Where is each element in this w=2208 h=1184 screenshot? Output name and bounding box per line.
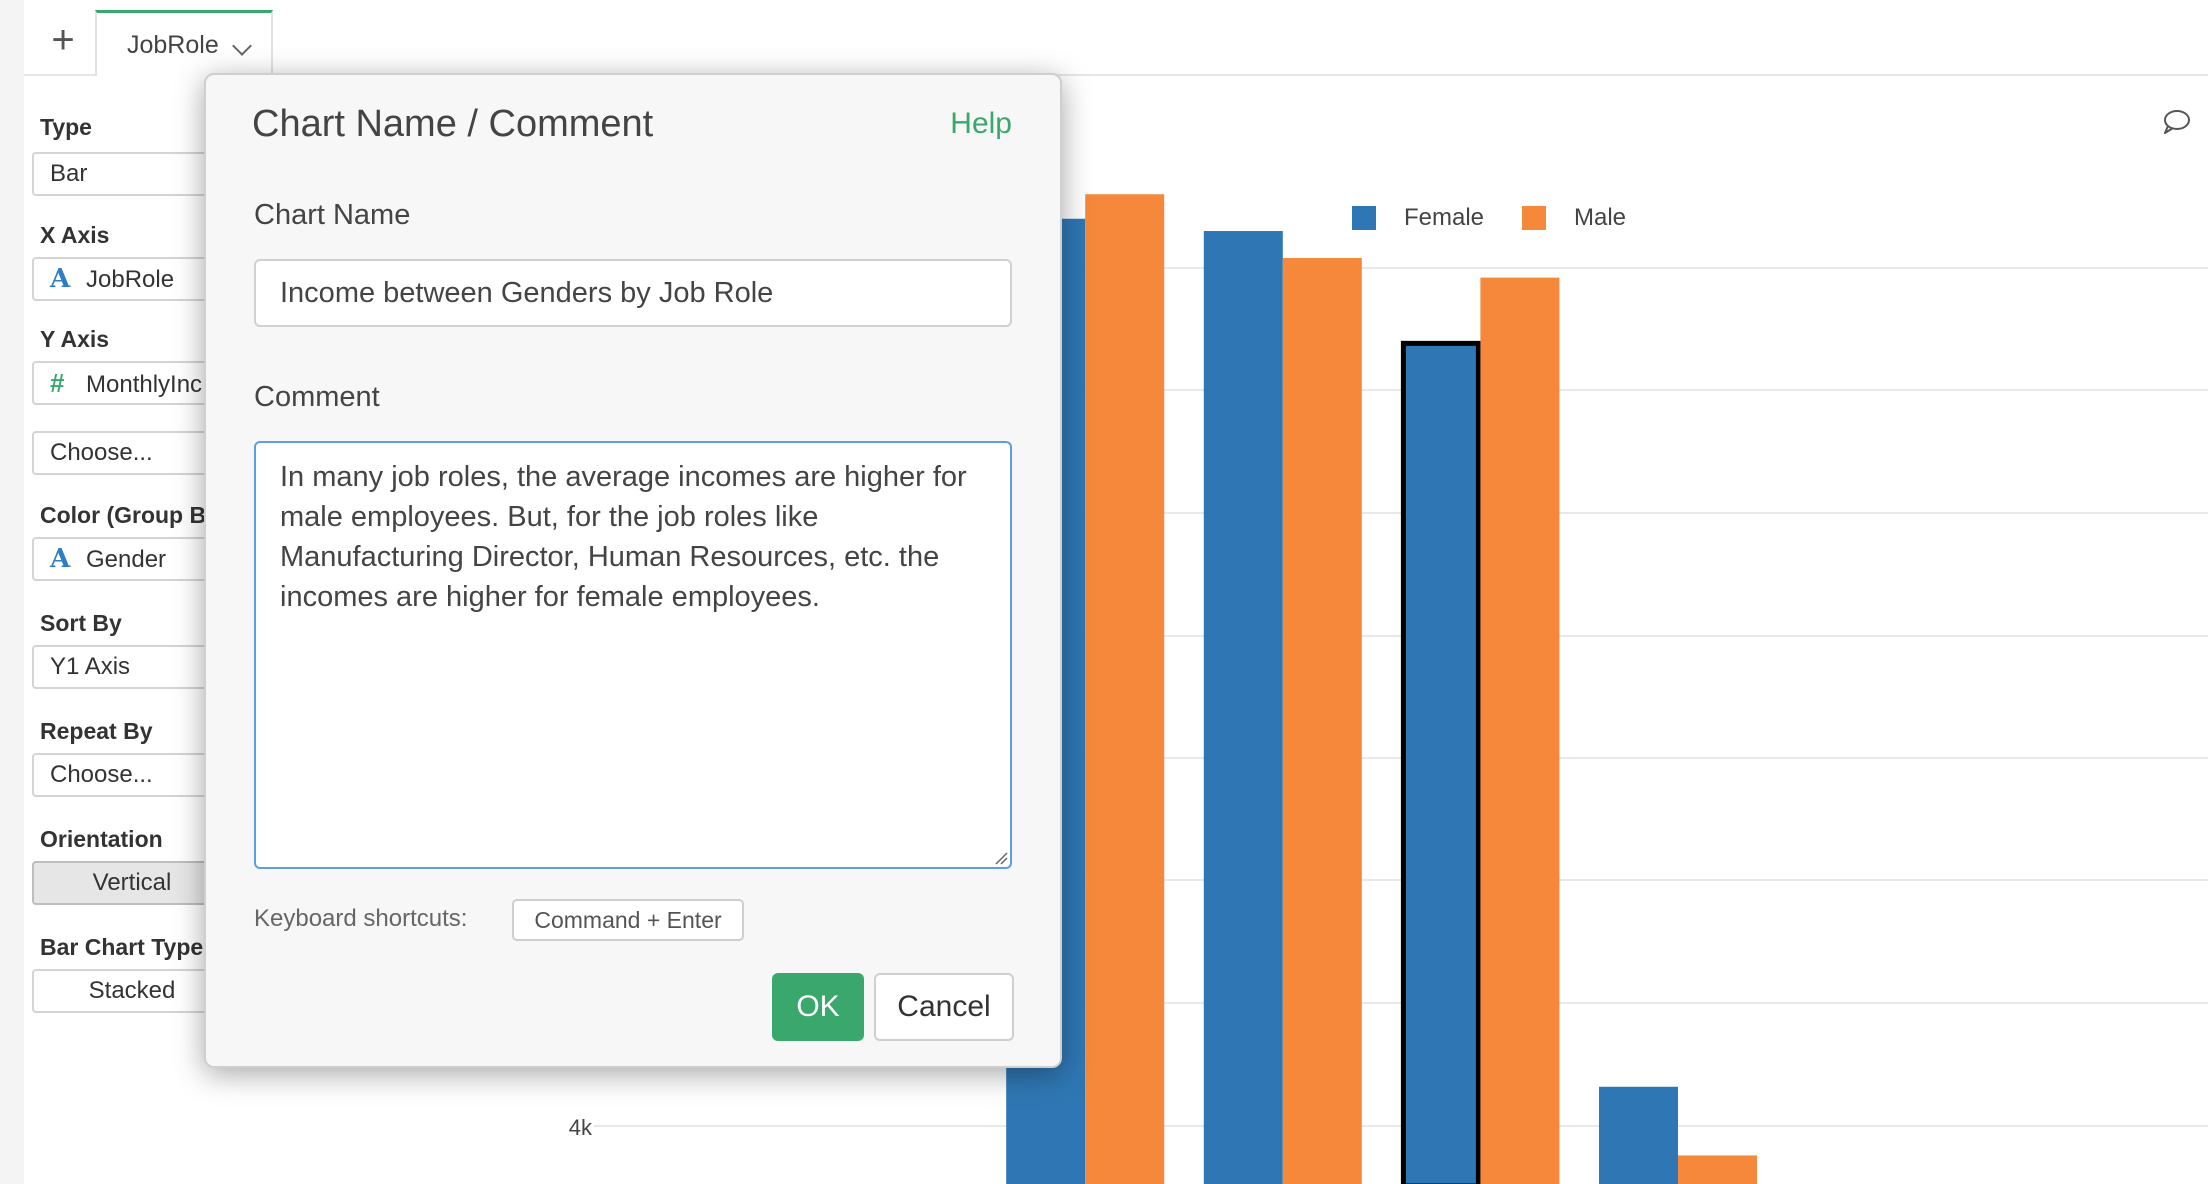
sort-select[interactable]: Y1 Axis xyxy=(32,645,232,689)
repeat-label: Repeat By xyxy=(40,718,153,744)
color-label: Color (Group B xyxy=(40,502,207,528)
help-link[interactable]: Help xyxy=(950,107,1012,141)
bar-male-2 xyxy=(1085,194,1165,1184)
x-axis-label: X Axis xyxy=(40,222,110,248)
bar-chart-type-label: Bar Chart Type xyxy=(40,934,204,960)
cancel-button[interactable]: Cancel xyxy=(874,973,1014,1041)
chart-name-label: Chart Name xyxy=(254,199,411,231)
resize-grip-icon[interactable] xyxy=(994,851,1008,865)
comment-label: Comment xyxy=(254,381,380,413)
chart-name-input[interactable] xyxy=(254,259,1012,327)
number-type-icon: # xyxy=(50,368,65,398)
tab-jobrole[interactable]: JobRole xyxy=(95,10,273,76)
tab-bar: + JobRole xyxy=(24,0,2208,76)
bar-female-4 xyxy=(1401,341,1481,1184)
orientation-label: Orientation xyxy=(40,826,163,852)
comment-textarea[interactable] xyxy=(254,441,1012,869)
ok-button[interactable]: OK xyxy=(772,973,864,1041)
bar-female-5 xyxy=(1599,1086,1678,1184)
tab-label: JobRole xyxy=(127,31,219,59)
y-axis-extra-select[interactable]: Choose... xyxy=(32,431,232,475)
color-field[interactable]: A Gender xyxy=(32,537,232,581)
y-axis-value: MonthlyInc xyxy=(86,371,203,398)
dialog-title: Chart Name / Comment xyxy=(252,103,654,145)
y-tick-label: 4k xyxy=(569,1115,593,1140)
type-select[interactable]: Bar xyxy=(32,152,232,196)
sort-label: Sort By xyxy=(40,610,122,636)
bar-chart-type-stacked-button[interactable]: Stacked xyxy=(32,969,232,1013)
page-gutter xyxy=(0,0,24,1184)
add-tab-button[interactable]: + xyxy=(41,18,85,62)
chevron-down-icon[interactable] xyxy=(232,36,252,56)
repeat-select[interactable]: Choose... xyxy=(32,753,232,797)
bar-male-3 xyxy=(1282,257,1362,1184)
keyboard-shortcuts-label: Keyboard shortcuts: xyxy=(254,905,468,932)
text-type-icon: A xyxy=(50,544,71,574)
type-label: Type xyxy=(40,114,92,140)
shortcut-key-badge: Command + Enter xyxy=(512,899,744,941)
bar-male-4 xyxy=(1480,277,1560,1184)
bar-female-3 xyxy=(1203,231,1283,1184)
text-type-icon: A xyxy=(50,264,71,294)
legend-swatch-female xyxy=(1352,206,1376,230)
bar-male-5 xyxy=(1678,1155,1757,1184)
legend-label-female: Female xyxy=(1404,204,1485,231)
chart-name-comment-dialog: Chart Name / Comment Help Chart Name Com… xyxy=(204,73,1062,1068)
legend-swatch-male xyxy=(1522,206,1546,230)
comment-icon[interactable] xyxy=(2160,106,2192,138)
x-axis-field[interactable]: A JobRole xyxy=(32,257,232,301)
legend-label-male: Male xyxy=(1574,204,1627,231)
y-axis-field[interactable]: # MonthlyInc xyxy=(32,361,232,405)
orientation-vertical-button[interactable]: Vertical xyxy=(32,861,232,905)
y-axis-label: Y Axis xyxy=(40,326,110,352)
x-axis-value: JobRole xyxy=(86,266,175,293)
chart-config-panel: Type Bar X Axis A JobRole Y Axis # Monthly… xyxy=(24,76,232,1184)
color-value: Gender xyxy=(86,546,167,573)
